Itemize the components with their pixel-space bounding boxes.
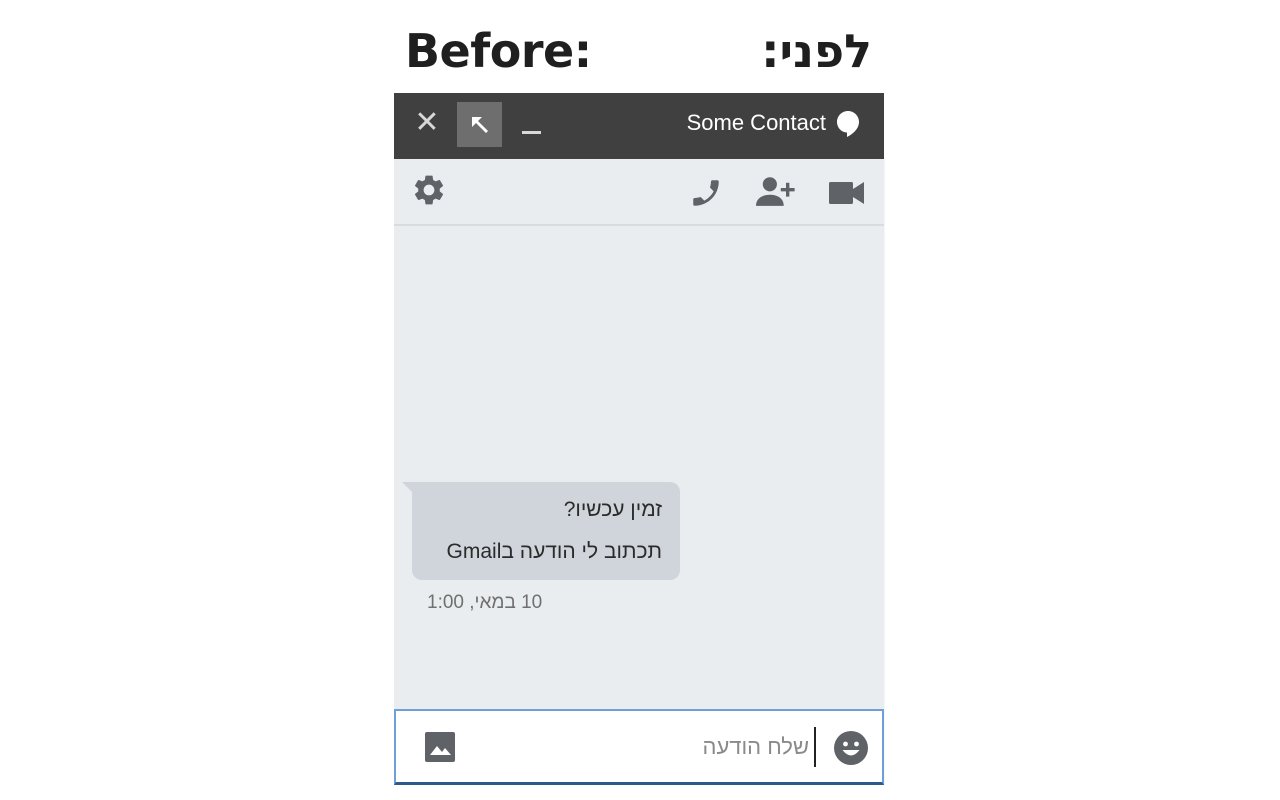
emoji-icon (834, 731, 868, 765)
before-heading: Before: (405, 24, 592, 78)
message-composer (394, 709, 884, 785)
contact-name[interactable]: Some Contact (687, 108, 826, 138)
chat-titlebar[interactable]: ✕ Some Contact (394, 93, 884, 159)
minimize-icon[interactable] (522, 131, 541, 134)
before-heading-hebrew: לפני: (761, 24, 872, 78)
add-person-button[interactable] (755, 174, 797, 210)
video-call-button[interactable] (828, 177, 866, 209)
popout-button[interactable] (457, 102, 502, 147)
add-person-icon (756, 177, 795, 206)
hangouts-icon (837, 111, 859, 137)
message-line: תכתוב לי הודעה בGmail (446, 540, 662, 563)
call-button[interactable] (688, 175, 724, 211)
popout-arrow-icon (471, 116, 488, 133)
message-input[interactable] (516, 727, 816, 767)
settings-button[interactable] (410, 171, 448, 209)
gear-icon (414, 175, 444, 205)
image-icon (425, 732, 455, 762)
phone-icon (693, 180, 719, 206)
attach-image-button[interactable] (423, 730, 457, 764)
message-bubble: זמין עכשיו? תכתוב לי הודעה בGmail (402, 482, 680, 580)
close-icon[interactable]: ✕ (412, 108, 442, 138)
emoji-button[interactable] (832, 729, 870, 767)
video-camera-icon (829, 182, 864, 204)
message-timestamp: 10 במאי, 1:00 (427, 592, 543, 613)
chat-toolbar (394, 159, 884, 226)
message-line: זמין עכשיו? (563, 498, 662, 521)
chat-window: ✕ Some Contact זמין עכשיו? תכתוב לי הודע… (394, 93, 885, 785)
